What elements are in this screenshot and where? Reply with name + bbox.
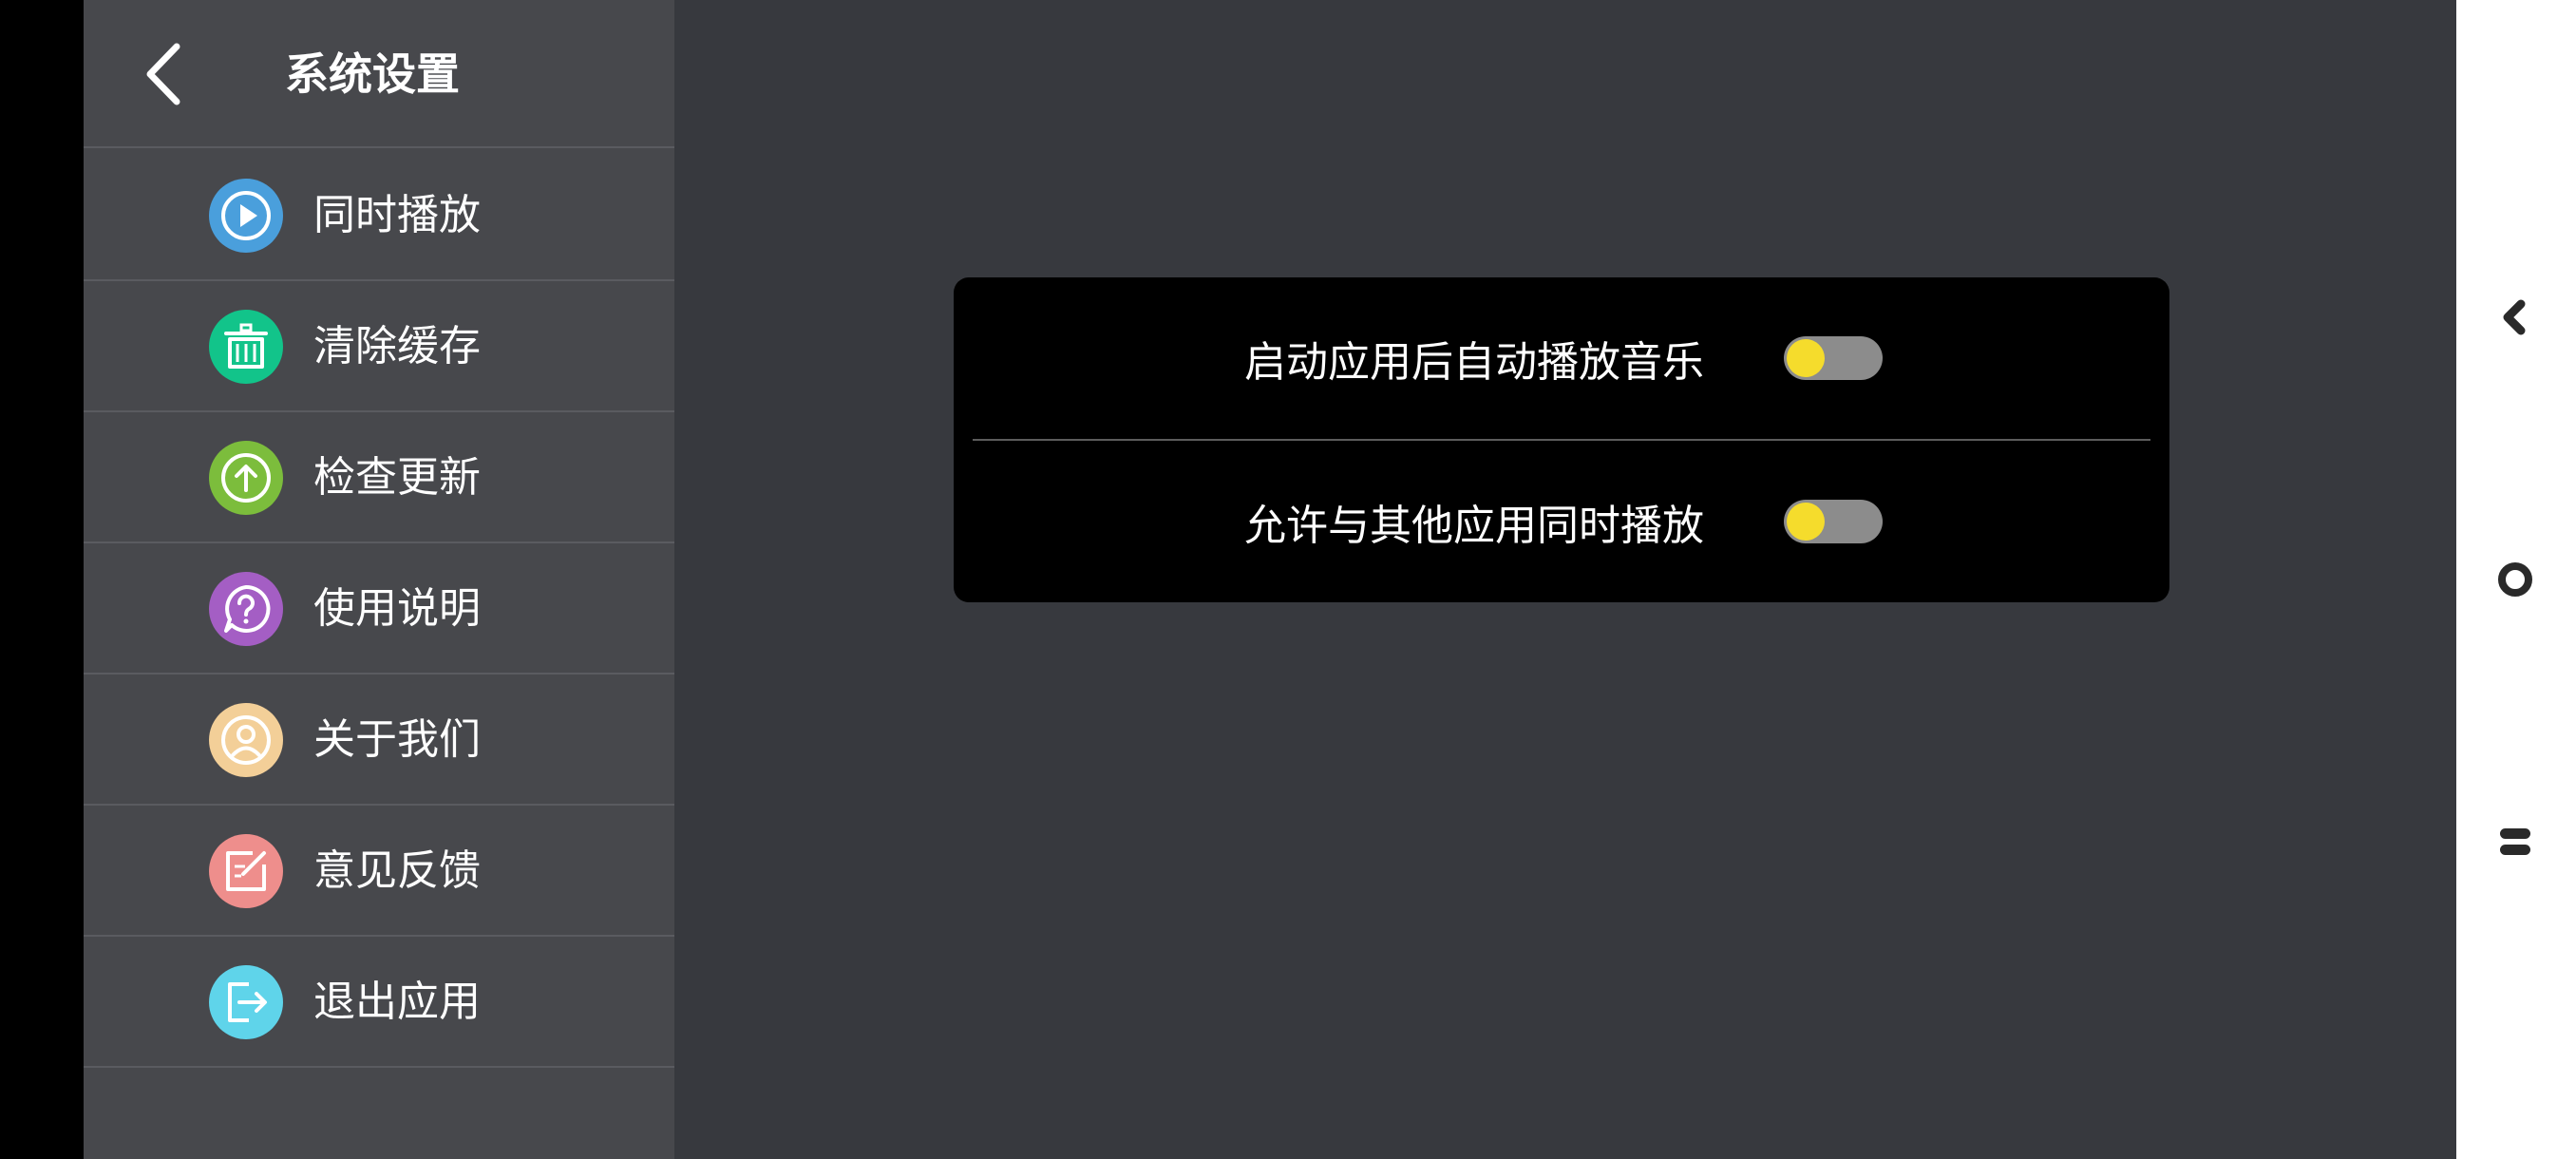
chevron-left-icon — [146, 43, 180, 105]
page-title: 系统设置 — [285, 48, 460, 100]
nav-back-icon — [2503, 299, 2526, 335]
play-icon — [209, 179, 283, 253]
exit-icon — [209, 965, 283, 1039]
sidebar-item-label: 关于我们 — [313, 715, 481, 764]
sidebar-item-simultaneous-play[interactable]: 同时播放 — [84, 150, 674, 281]
setting-label: 启动应用后自动播放音乐 — [1244, 338, 1704, 387]
sidebar-item-check-update[interactable]: 检查更新 — [84, 412, 674, 543]
nav-recents-icon — [2500, 828, 2530, 855]
main-content: 启动应用后自动播放音乐 允许与其他应用同时播放 — [674, 0, 2456, 1159]
sidebar-item-feedback[interactable]: 意见反馈 — [84, 806, 674, 937]
sidebar-item-about-us[interactable]: 关于我们 — [84, 674, 674, 806]
nav-home-button[interactable] — [2487, 551, 2544, 608]
nav-back-button[interactable] — [2487, 289, 2544, 346]
edit-feedback-icon — [209, 834, 283, 908]
user-icon — [209, 703, 283, 777]
system-nav-bar — [2456, 0, 2576, 1159]
toggle-knob — [1787, 339, 1825, 377]
sidebar-item-label: 检查更新 — [313, 453, 481, 502]
setting-row-simultaneous: 允许与其他应用同时播放 — [954, 441, 2169, 602]
back-button[interactable] — [129, 34, 198, 114]
screen: 系统设置 同时播放 清除缓存 检查更新 使用说明 关于我们 意见反馈 退出应用 … — [0, 0, 2576, 1159]
sidebar: 系统设置 同时播放 清除缓存 检查更新 使用说明 关于我们 意见反馈 退出应用 — [84, 0, 674, 1159]
sidebar-item-clear-cache[interactable]: 清除缓存 — [84, 281, 674, 412]
nav-recents-button[interactable] — [2487, 813, 2544, 870]
sidebar-header: 系统设置 — [84, 0, 674, 148]
sidebar-item-label: 清除缓存 — [313, 322, 481, 370]
upload-arrow-icon — [209, 441, 283, 515]
left-bezel — [0, 0, 84, 1159]
sidebar-item-label: 意见反馈 — [313, 846, 481, 895]
simultaneous-play-toggle[interactable] — [1784, 500, 1883, 543]
autoplay-toggle[interactable] — [1784, 336, 1883, 380]
sidebar-item-instructions[interactable]: 使用说明 — [84, 543, 674, 674]
settings-card: 启动应用后自动播放音乐 允许与其他应用同时播放 — [954, 277, 2169, 602]
nav-home-icon — [2498, 562, 2532, 597]
trash-icon — [209, 310, 283, 384]
toggle-knob — [1787, 503, 1825, 541]
setting-row-autoplay: 启动应用后自动播放音乐 — [954, 277, 2169, 439]
sidebar-item-exit-app[interactable]: 退出应用 — [84, 937, 674, 1068]
sidebar-item-label: 同时播放 — [313, 191, 481, 239]
help-question-icon — [209, 572, 283, 646]
sidebar-item-label: 退出应用 — [313, 978, 481, 1026]
setting-label: 允许与其他应用同时播放 — [1244, 502, 1704, 550]
sidebar-item-label: 使用说明 — [313, 584, 481, 633]
